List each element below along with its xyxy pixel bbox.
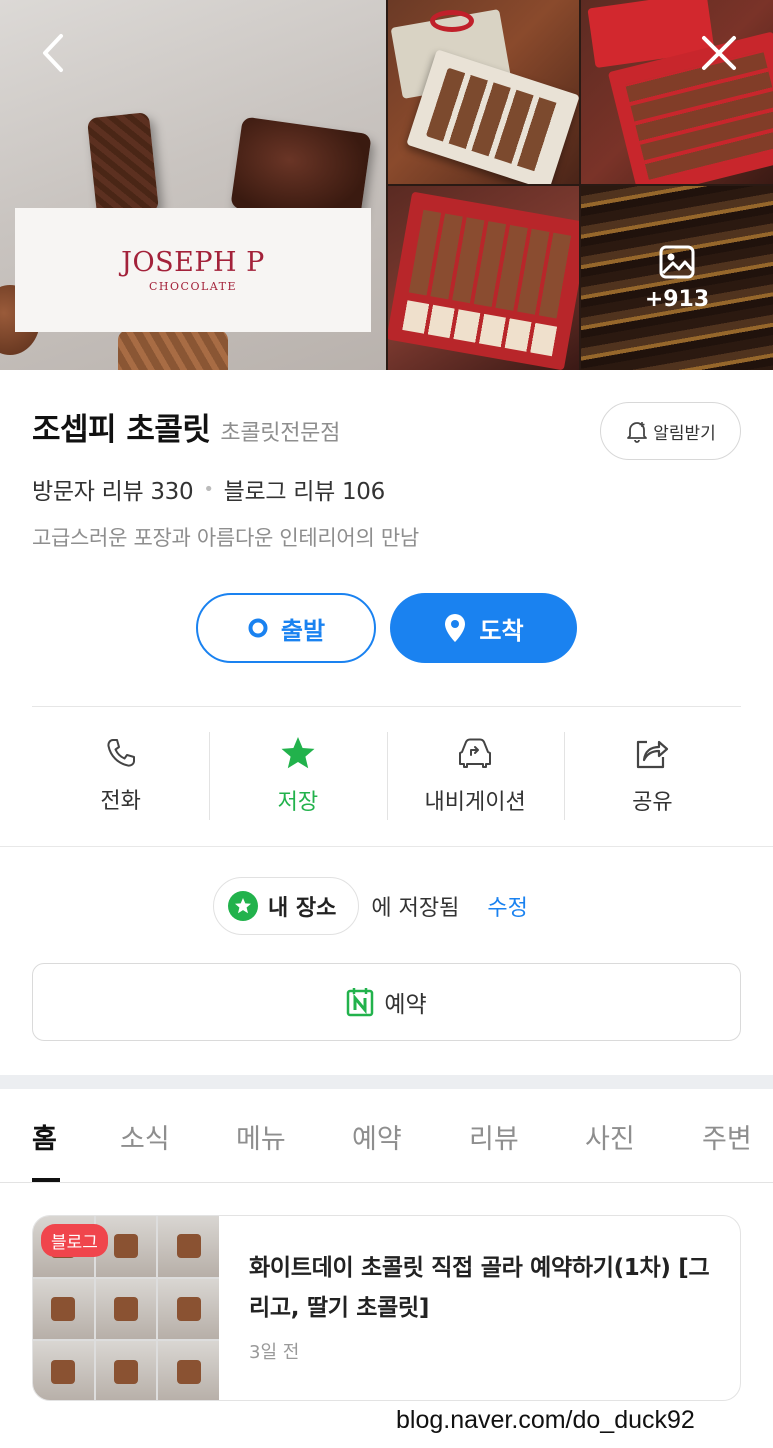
blog-feed-card[interactable]: 블로그 화이트데이 초콜릿 직접 골라 예약하기(1차) [그리고, 딸기 초콜…: [32, 1215, 741, 1401]
chocolate-piece: [86, 112, 160, 218]
blog-badge: 블로그: [41, 1224, 108, 1257]
ribbon: [430, 10, 474, 32]
photo-gallery[interactable]: JOSEPH P CHOCOLATE +913: [0, 0, 773, 370]
watermark: blog.naver.com/do_duck92: [396, 1406, 695, 1434]
saved-star-icon: [228, 891, 258, 921]
origin-dot-icon: [248, 618, 268, 638]
photo-thumb[interactable]: [388, 186, 579, 370]
save-button[interactable]: 저장: [209, 730, 386, 822]
more-photos[interactable]: +913: [581, 186, 773, 370]
edit-link[interactable]: 수정: [487, 890, 527, 922]
gift-box: [406, 49, 579, 184]
place-name: 조셉피 초콜릿: [32, 412, 211, 448]
chocolate-piece: [118, 330, 228, 370]
brand-logo: JOSEPH P CHOCOLATE: [15, 208, 371, 332]
action-bar: 전화 저장 내비게이션 공유: [32, 730, 741, 822]
save-label: 저장: [277, 790, 319, 815]
car-icon: [459, 738, 492, 768]
tab-review[interactable]: 리뷰: [469, 1117, 519, 1156]
reserve-button[interactable]: 예약: [32, 963, 741, 1041]
thumb-cell: [158, 1278, 219, 1340]
tab-photo[interactable]: 사진: [585, 1117, 635, 1156]
brand-logo-text: JOSEPH P: [121, 247, 265, 278]
back-button[interactable]: [28, 28, 78, 78]
photo-thumb[interactable]: [581, 0, 773, 184]
place-category: 초콜릿전문점: [220, 421, 341, 446]
thumb-cell: [95, 1341, 157, 1400]
saved-list-name: 내 장소: [268, 896, 337, 921]
gift-box: [388, 191, 579, 370]
tab-reservation[interactable]: 예약: [352, 1117, 402, 1156]
depart-label: 출발: [280, 616, 326, 645]
place-description: 고급스러운 포장과 아름다운 인테리어의 만남: [32, 526, 419, 550]
location-pin-icon: [445, 614, 466, 642]
separator-dot: •: [203, 478, 214, 500]
star-icon: [281, 737, 315, 769]
share-button[interactable]: 공유: [563, 730, 741, 822]
place-title-row: 조셉피 초콜릿 초콜릿전문점: [32, 404, 340, 449]
notify-button[interactable]: 알림받기: [600, 402, 741, 460]
feed-time: 3일 전: [249, 1342, 300, 1363]
navigation-label: 내비게이션: [424, 790, 526, 815]
call-label: 전화: [100, 789, 141, 814]
visitor-review-link[interactable]: 방문자 리뷰 330: [32, 472, 194, 506]
tab-menu[interactable]: 메뉴: [236, 1117, 286, 1156]
saved-status-row: 내 장소 에 저장됨 수정: [213, 877, 528, 935]
section-divider: [0, 846, 773, 847]
tab-bar: 홈 소식 메뉴 예약 리뷰 사진 주변: [0, 1089, 773, 1183]
thumb-cell: [33, 1341, 94, 1400]
thumb-cell: [95, 1278, 157, 1340]
more-photos-count: +913: [644, 286, 710, 312]
share-icon: [637, 740, 669, 769]
reserve-label: 예약: [384, 992, 427, 1018]
chevron-left-icon: [43, 34, 63, 72]
notify-label: 알림받기: [653, 423, 716, 444]
saved-status-text: 에 저장됨: [371, 896, 460, 921]
tab-home[interactable]: 홈: [32, 1117, 57, 1156]
brand-logo-subtext: CHOCOLATE: [149, 280, 237, 293]
divider: [32, 706, 741, 707]
tab-nearby[interactable]: 주변: [702, 1117, 752, 1156]
thumb-cell: [158, 1216, 219, 1277]
bell-plus-icon: [627, 422, 648, 443]
call-button[interactable]: 전화: [32, 730, 209, 822]
thumb-cell: [33, 1278, 94, 1340]
naver-calendar-icon: [347, 988, 374, 1017]
phone-icon: [107, 739, 135, 767]
active-tab-indicator: [32, 1178, 60, 1182]
review-stats: 방문자 리뷰 330 • 블로그 리뷰 106: [32, 472, 385, 506]
arrive-label: 도착: [479, 616, 524, 645]
section-separator: [0, 1075, 773, 1089]
navigation-button[interactable]: 내비게이션: [386, 730, 564, 822]
feed-title[interactable]: 화이트데이 초콜릿 직접 골라 예약하기(1차) [그리고, 딸기 초콜릿]: [249, 1248, 719, 1328]
saved-list-chip[interactable]: 내 장소: [213, 877, 360, 935]
thumb-cell: [158, 1341, 219, 1400]
tab-news[interactable]: 소식: [120, 1117, 170, 1156]
blog-review-link[interactable]: 블로그 리뷰 106: [224, 472, 386, 506]
depart-button[interactable]: 출발: [196, 593, 376, 663]
photo-thumb[interactable]: [388, 0, 579, 184]
image-icon: [659, 245, 695, 278]
share-label: 공유: [632, 790, 673, 815]
close-icon: [702, 36, 736, 70]
arrive-button[interactable]: 도착: [390, 593, 577, 663]
close-button[interactable]: [694, 28, 744, 78]
